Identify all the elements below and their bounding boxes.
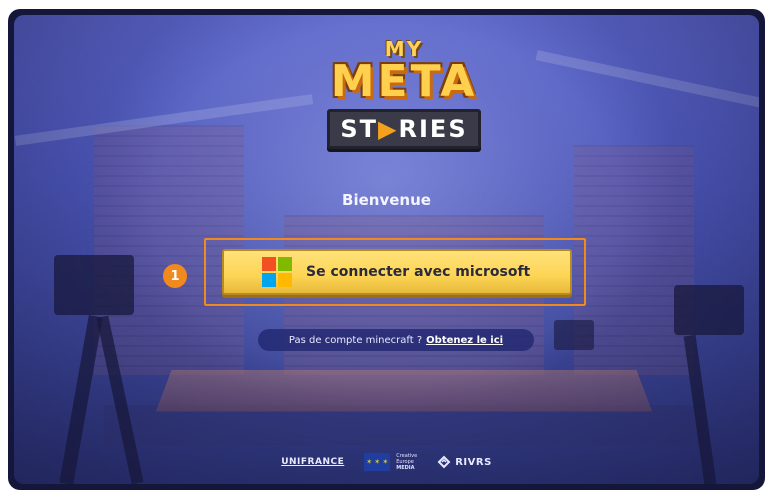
microsoft-login-label: Se connecter avec microsoft [306, 264, 531, 280]
rivrs-logo: RIVRS [437, 455, 492, 469]
logo-line-stories: ST▶RIES [327, 109, 481, 149]
creative-europe-logo: ✶ ✶ ✶ Creative Europe MEDIA [364, 453, 418, 471]
signup-prompt: Pas de compte minecraft ? Obtenez le ici [258, 329, 534, 351]
rivrs-mark-icon [437, 455, 451, 469]
play-icon: ▶ [378, 115, 399, 143]
welcome-heading: Bienvenue [342, 191, 431, 209]
eu-flag-icon: ✶ ✶ ✶ [364, 453, 391, 471]
my-meta-stories-logo: MY META ST▶RIES [314, 37, 494, 167]
microsoft-icon [262, 257, 292, 287]
signup-prompt-text: Pas de compte minecraft ? [288, 334, 423, 346]
unifrance-logo: UNIFRANCE [281, 457, 345, 467]
microsoft-login-button[interactable]: Se connecter avec microsoft [222, 249, 572, 295]
logo-line-meta: META [330, 56, 478, 107]
partners-footer: UNIFRANCE ✶ ✶ ✶ Creative Europe MEDIA RI… [8, 453, 765, 471]
step-number-badge: 1 [163, 264, 187, 288]
get-minecraft-link[interactable]: Obtenez le ici [426, 335, 503, 346]
app-window: MY META ST▶RIES Bienvenue Se connecter a… [8, 9, 765, 490]
